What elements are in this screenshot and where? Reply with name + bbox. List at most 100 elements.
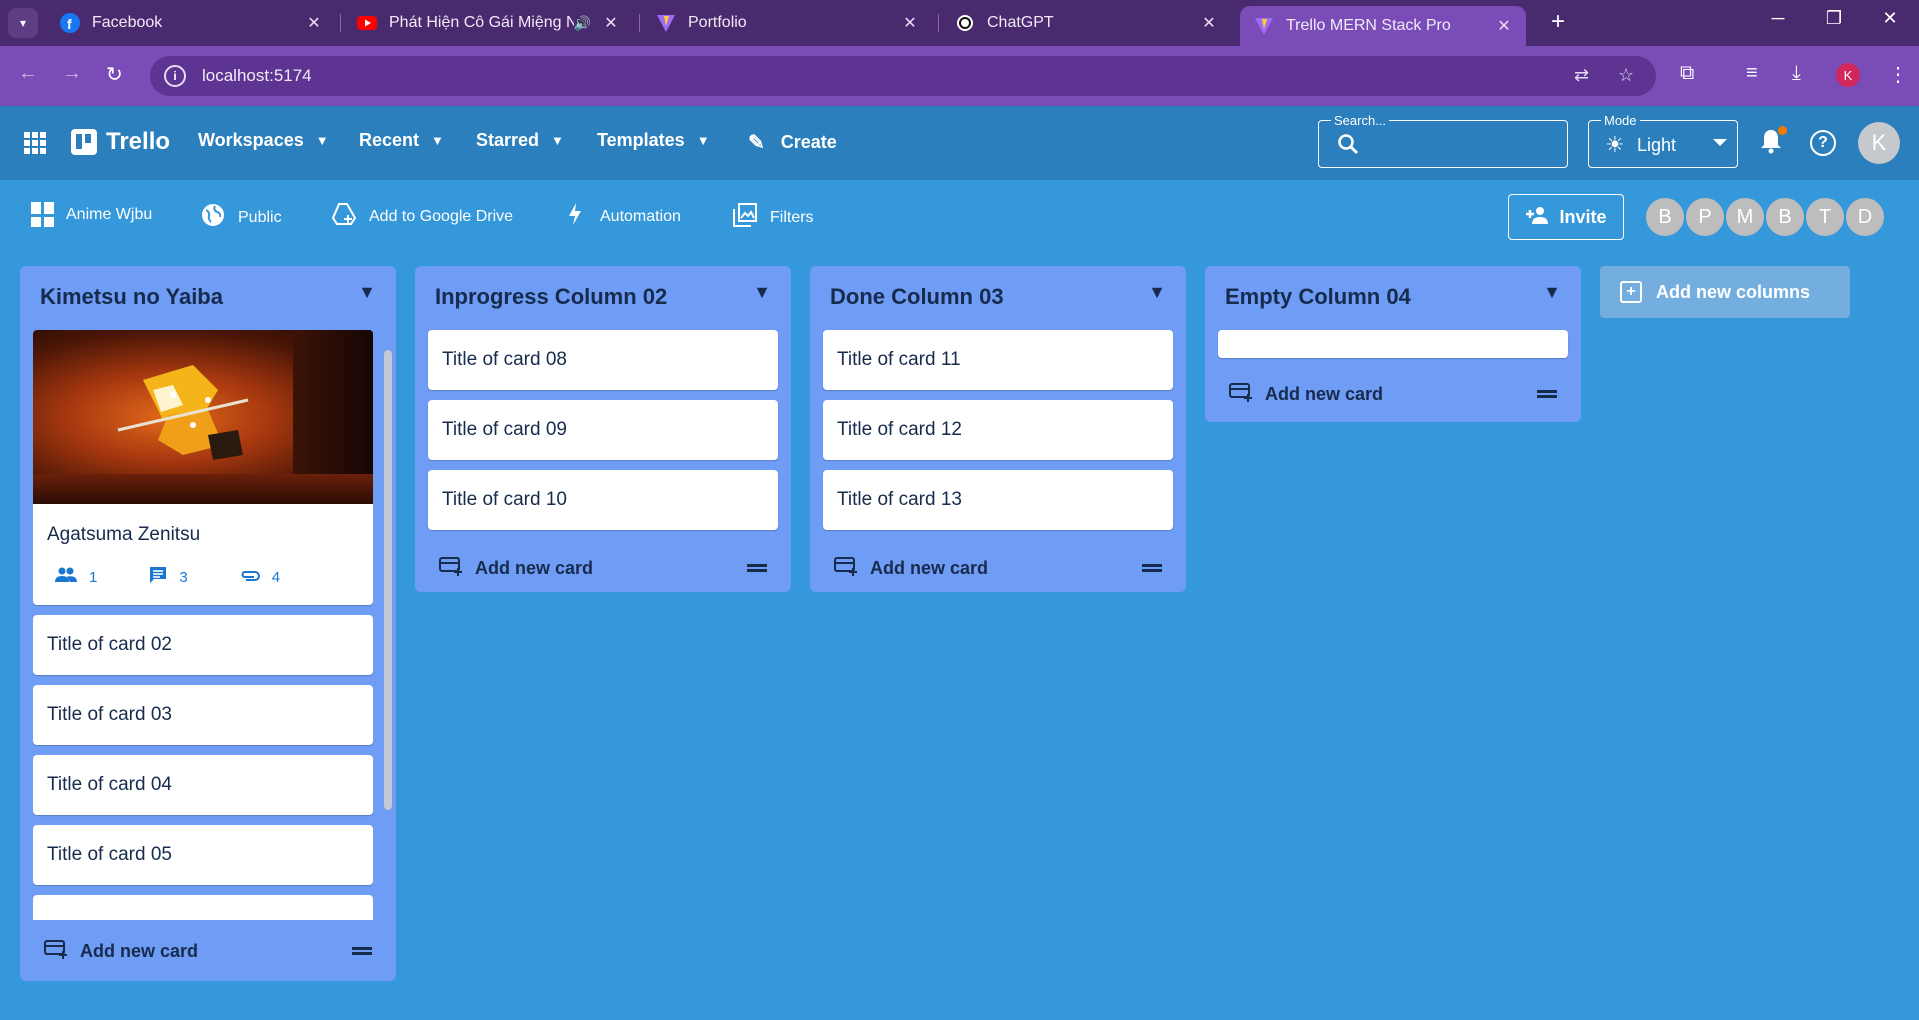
- card-attachments-stat[interactable]: 4: [240, 566, 280, 589]
- chevron-down-icon: ▼: [551, 133, 564, 148]
- restore-icon[interactable]: ❐: [1814, 8, 1854, 29]
- column-menu-chevron-icon[interactable]: ▼: [1543, 282, 1561, 303]
- board-name-chip[interactable]: Anime Wjbu: [31, 202, 152, 227]
- filters-chip[interactable]: Filters: [732, 202, 814, 234]
- forward-icon[interactable]: →: [62, 62, 82, 85]
- menu-templates[interactable]: Templates ▼: [597, 130, 710, 151]
- add-new-column-button[interactable]: + Add new columns: [1600, 266, 1850, 318]
- tab-title: Trello MERN Stack Pro: [1286, 17, 1451, 34]
- board-column[interactable]: Kimetsu no Yaiba ▼ Agatsuma Zenitsu 1 3 …: [20, 266, 396, 981]
- speaker-icon[interactable]: 🔊: [574, 15, 591, 32]
- member-avatar[interactable]: M: [1724, 196, 1766, 238]
- column-title[interactable]: Kimetsu no Yaiba: [40, 284, 223, 310]
- column-title[interactable]: Inprogress Column 02: [435, 284, 667, 310]
- card-cover-image: [33, 330, 373, 504]
- board-column[interactable]: Empty Column 04 ▼ Add new card: [1205, 266, 1581, 422]
- column-menu-chevron-icon[interactable]: ▼: [1148, 282, 1166, 303]
- column-header[interactable]: Empty Column 04 ▼: [1205, 266, 1581, 330]
- column-header[interactable]: Inprogress Column 02 ▼: [415, 266, 791, 330]
- help-icon[interactable]: ?: [1810, 130, 1836, 156]
- board-column[interactable]: Inprogress Column 02 ▼ Title of card 08 …: [415, 266, 791, 592]
- member-avatar[interactable]: P: [1684, 196, 1726, 238]
- extensions-icon[interactable]: ⧉: [1680, 62, 1694, 85]
- column-menu-chevron-icon[interactable]: ▼: [358, 282, 376, 303]
- omnibox[interactable]: i localhost:5174 ⇄ ☆: [150, 56, 1656, 96]
- drag-handle-icon[interactable]: [747, 564, 767, 572]
- mode-select[interactable]: Mode ☀ Light: [1588, 113, 1738, 168]
- apps-grid-icon[interactable]: [24, 132, 46, 154]
- card[interactable]: Title of card 10: [428, 470, 778, 530]
- translate-icon[interactable]: ⇄: [1574, 65, 1589, 86]
- placeholder-card[interactable]: [1218, 330, 1568, 358]
- column-menu-chevron-icon[interactable]: ▼: [753, 282, 771, 303]
- card-members-stat[interactable]: 1: [55, 566, 97, 589]
- tab-youtube[interactable]: Phát Hiện Cô Gái Miệng Nh 🔊 ✕: [343, 6, 633, 40]
- tab-close-icon[interactable]: ✕: [302, 13, 326, 33]
- tab-close-icon[interactable]: ✕: [898, 13, 922, 33]
- card[interactable]: Title of card 09: [428, 400, 778, 460]
- card[interactable]: Title of card 08: [428, 330, 778, 390]
- card-partially-visible[interactable]: [33, 895, 373, 920]
- card-with-cover[interactable]: Agatsuma Zenitsu 1 3 4: [33, 330, 373, 605]
- drag-handle-icon[interactable]: [1537, 390, 1557, 398]
- card[interactable]: Title of card 03: [33, 685, 373, 745]
- brand-logo[interactable]: Trello: [71, 128, 170, 156]
- add-new-card-button[interactable]: Add new card: [834, 556, 988, 581]
- user-avatar[interactable]: K: [1858, 122, 1900, 164]
- column-header[interactable]: Kimetsu no Yaiba ▼: [20, 266, 396, 330]
- member-avatar[interactable]: B: [1764, 196, 1806, 238]
- card[interactable]: Title of card 02: [33, 615, 373, 675]
- tab-chatgpt[interactable]: ChatGPT ✕: [941, 6, 1231, 40]
- member-avatar[interactable]: B: [1644, 196, 1686, 238]
- drag-handle-icon[interactable]: [1142, 564, 1162, 572]
- column-title[interactable]: Empty Column 04: [1225, 284, 1411, 310]
- bookmark-star-icon[interactable]: ☆: [1618, 65, 1634, 86]
- menu-recent[interactable]: Recent ▼: [359, 130, 444, 151]
- invite-button[interactable]: Invite: [1508, 194, 1624, 240]
- back-icon[interactable]: ←: [18, 62, 38, 85]
- card-comments-stat[interactable]: 3: [149, 566, 188, 589]
- url-text[interactable]: localhost:5174: [202, 66, 312, 86]
- minimize-icon[interactable]: ─: [1758, 8, 1798, 29]
- drag-handle-icon[interactable]: [352, 947, 372, 955]
- menu-starred[interactable]: Starred ▼: [476, 130, 564, 151]
- download-icon[interactable]: ⤓: [1792, 62, 1801, 85]
- add-new-card-button[interactable]: Add new card: [44, 939, 198, 964]
- card-list: Title of card 11 Title of card 12 Title …: [810, 330, 1186, 530]
- column-scrollbar[interactable]: [384, 350, 392, 810]
- close-window-icon[interactable]: ✕: [1870, 8, 1910, 29]
- tab-divider: [639, 14, 640, 32]
- tab-search-button[interactable]: ▾: [8, 8, 38, 38]
- add-new-card-button[interactable]: Add new card: [1229, 382, 1383, 407]
- google-drive-chip[interactable]: Add to Google Drive: [331, 202, 513, 232]
- tab-trello-active[interactable]: Trello MERN Stack Pro ✕: [1240, 6, 1526, 46]
- card[interactable]: Title of card 04: [33, 755, 373, 815]
- site-info-icon[interactable]: i: [164, 65, 186, 87]
- tab-facebook[interactable]: f Facebook ✕: [46, 6, 336, 40]
- card[interactable]: Title of card 05: [33, 825, 373, 885]
- tab-close-icon[interactable]: ✕: [1492, 16, 1516, 36]
- card[interactable]: Title of card 11: [823, 330, 1173, 390]
- member-avatar[interactable]: T: [1804, 196, 1846, 238]
- column-header[interactable]: Done Column 03 ▼: [810, 266, 1186, 330]
- notification-bell-icon[interactable]: [1760, 126, 1787, 161]
- browser-menu-icon[interactable]: ⋮: [1888, 62, 1908, 87]
- menu-workspaces[interactable]: Workspaces ▼: [198, 130, 329, 151]
- column-title[interactable]: Done Column 03: [830, 284, 1004, 310]
- tab-portfolio[interactable]: Portfolio ✕: [642, 6, 932, 40]
- add-new-card-button[interactable]: Add new card: [439, 556, 593, 581]
- member-avatar[interactable]: D: [1844, 196, 1886, 238]
- browser-profile-avatar[interactable]: K: [1836, 63, 1860, 87]
- tab-close-icon[interactable]: ✕: [1197, 13, 1221, 33]
- automation-chip[interactable]: Automation: [562, 202, 681, 232]
- visibility-chip[interactable]: Public: [200, 202, 282, 234]
- new-tab-button[interactable]: +: [1543, 8, 1573, 36]
- card[interactable]: Title of card 13: [823, 470, 1173, 530]
- tab-close-icon[interactable]: ✕: [599, 13, 623, 33]
- card[interactable]: Title of card 12: [823, 400, 1173, 460]
- board-column[interactable]: Done Column 03 ▼ Title of card 11 Title …: [810, 266, 1186, 592]
- media-control-icon[interactable]: ≡: [1746, 62, 1758, 85]
- create-button[interactable]: ✎ Create: [748, 130, 837, 155]
- search-input[interactable]: Search...: [1318, 113, 1568, 168]
- reload-icon[interactable]: ↻: [106, 62, 123, 87]
